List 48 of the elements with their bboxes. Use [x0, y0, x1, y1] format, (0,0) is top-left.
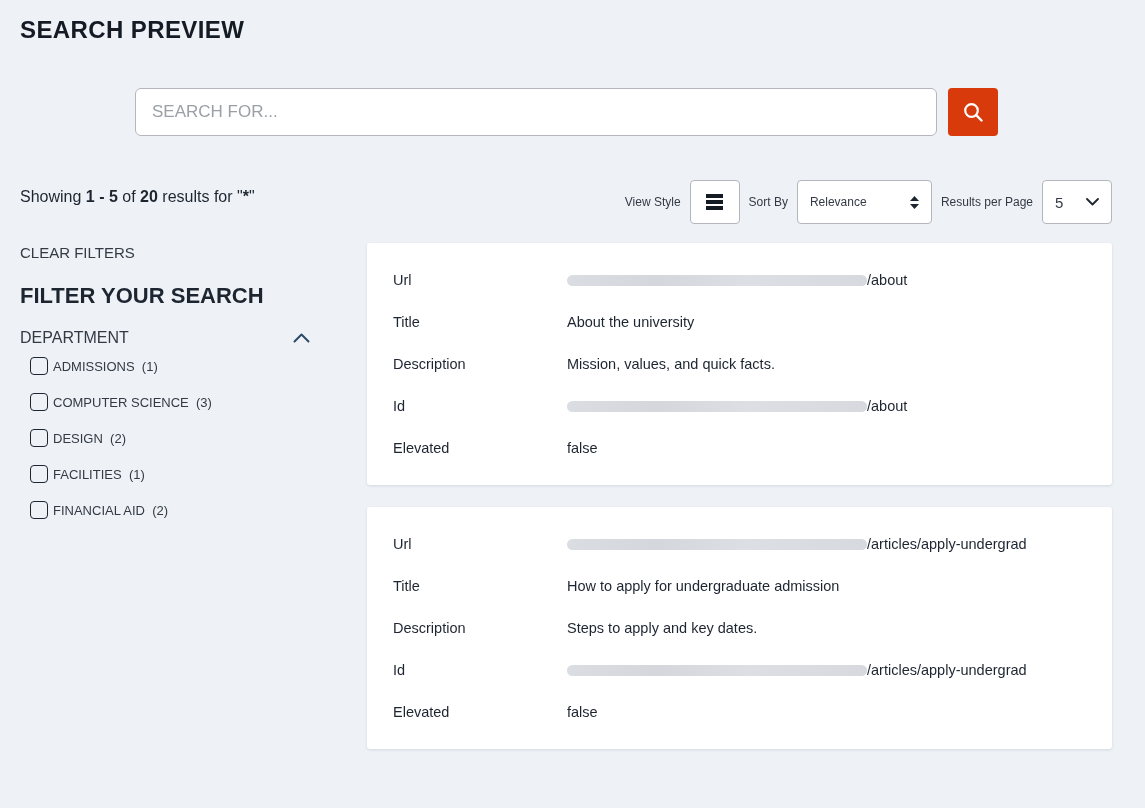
field-label: Description: [393, 620, 467, 636]
field-value: Mission, values, and quick facts.: [567, 356, 775, 372]
view-style-label: View Style: [624, 195, 681, 209]
clear-filters-link[interactable]: CLEAR FILTERS: [20, 243, 135, 263]
up-down-caret-icon: [909, 195, 919, 209]
page-title: SEARCH PREVIEW: [20, 15, 245, 45]
field-label: Url: [393, 536, 413, 552]
search-icon: [963, 102, 983, 122]
field-value: false: [567, 704, 598, 720]
sort-by-label: Sort By: [748, 195, 788, 209]
field-label: Id: [393, 398, 407, 414]
field-label: Elevated: [393, 704, 451, 720]
filter-checkbox[interactable]: [30, 501, 48, 519]
view-style-button[interactable]: [689, 180, 740, 224]
filter-checkbox[interactable]: [30, 429, 48, 447]
filter-checkbox[interactable]: [30, 465, 48, 483]
field-value: /about: [867, 398, 908, 414]
field-value: Steps to apply and key dates.: [567, 620, 758, 636]
results-per-page-select[interactable]: 5: [1042, 180, 1112, 224]
field-label: Title: [393, 578, 421, 594]
list-view-icon: [706, 194, 724, 210]
field-label: Title: [393, 314, 421, 330]
field-label: Id: [393, 662, 407, 678]
search-button[interactable]: [948, 88, 998, 136]
field-value: About the university: [567, 314, 695, 330]
filter-option-label[interactable]: FACILITIES (1): [53, 466, 145, 482]
field-value: /articles/apply-undergrad: [867, 536, 1027, 552]
filter-heading: FILTER YOUR SEARCH: [20, 282, 264, 310]
filter-option-label[interactable]: FINANCIAL AID (2): [53, 502, 169, 518]
filter-option-label[interactable]: ADMISSIONS (1): [53, 358, 158, 374]
results-per-page-label: Results per Page: [940, 195, 1033, 209]
search-field[interactable]: SEARCH FOR...: [135, 88, 937, 136]
filter-checkbox[interactable]: [30, 357, 48, 375]
chevron-up-icon: [293, 333, 310, 343]
chevron-down-icon: [1086, 198, 1099, 206]
sort-select[interactable]: Relevance: [796, 180, 932, 224]
field-label: Description: [393, 356, 467, 372]
field-label: Url: [393, 272, 413, 288]
field-value: false: [567, 440, 598, 456]
filter-option-label[interactable]: COMPUTER SCIENCE (3): [53, 394, 212, 410]
results-summary: Showing 1 - 5 of 20 results for "*": [20, 187, 255, 207]
field-value: /articles/apply-undergrad: [867, 662, 1027, 678]
field-value: How to apply for undergraduate admission: [567, 578, 840, 594]
filter-option-label[interactable]: DESIGN (2): [53, 430, 126, 446]
field-value: /about: [867, 272, 908, 288]
filter-checkbox[interactable]: [30, 393, 48, 411]
field-label: Elevated: [393, 440, 451, 456]
facet-header[interactable]: DEPARTMENT: [20, 328, 310, 348]
